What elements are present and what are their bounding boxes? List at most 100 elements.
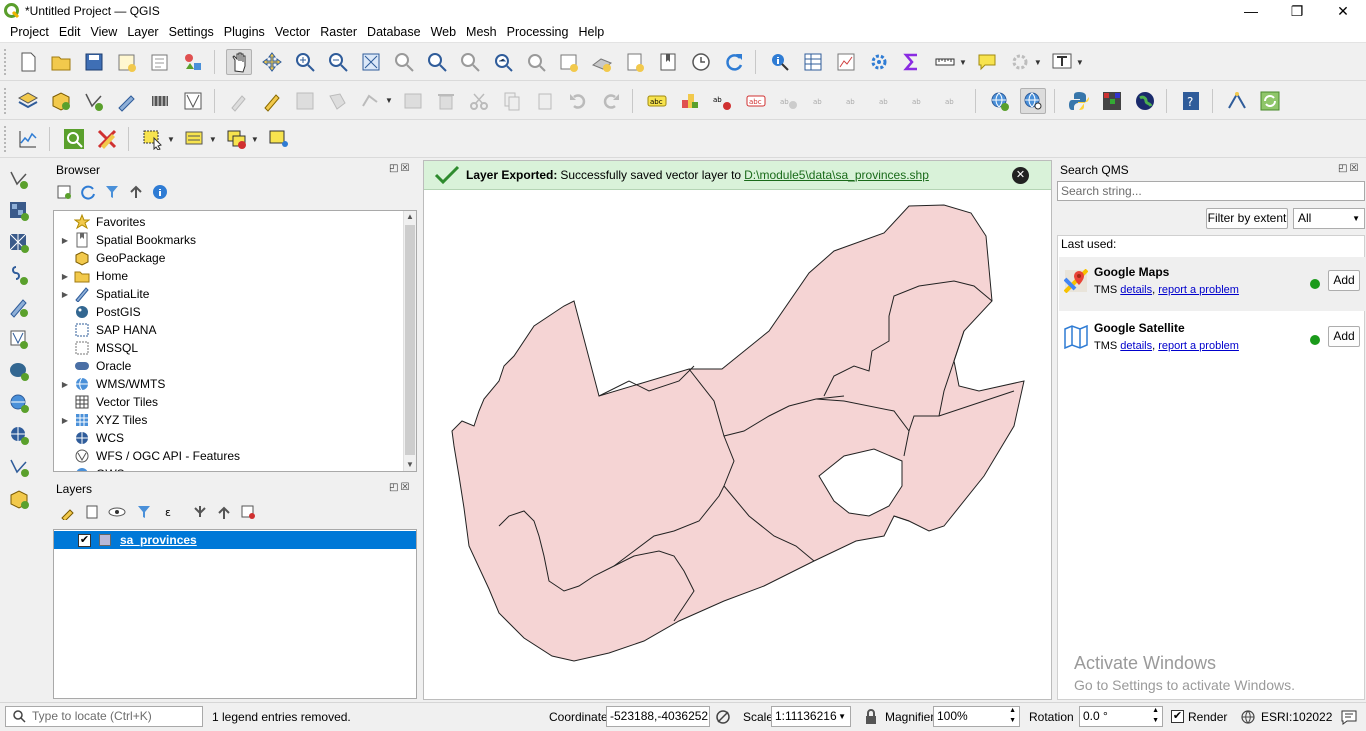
expand-arrow-icon[interactable]: ▶	[58, 272, 72, 281]
browser-tree[interactable]: ▶ OWS WFS / OGC API - Features WCS ▶ XYZ Tile…	[53, 210, 417, 472]
locator-input[interactable]: Type to locate (Ctrl+K)	[5, 706, 203, 727]
unpin-labels-button[interactable]: ab	[941, 88, 967, 114]
qms-search-input[interactable]: Search string...	[1057, 181, 1365, 201]
map-tips-button[interactable]	[974, 49, 1000, 75]
measure-button[interactable]	[932, 49, 958, 75]
service-report-link[interactable]: report a problem	[1158, 340, 1239, 352]
zoom-full-button[interactable]	[358, 49, 384, 75]
python-console-button[interactable]	[1066, 88, 1092, 114]
menu-edit[interactable]: Edit	[59, 25, 81, 39]
map-layer-svg[interactable]	[424, 191, 1051, 700]
add-raster-layer-button[interactable]	[6, 198, 32, 224]
browser-item[interactable]: Oracle	[54, 357, 131, 375]
digitizing-tool-button[interactable]	[94, 126, 120, 152]
collapse-all-icon[interactable]	[128, 184, 144, 200]
layers-dock-buttons[interactable]: ◰☒	[389, 482, 411, 493]
zoom-in-button[interactable]	[292, 49, 318, 75]
raster-tool-button[interactable]	[1099, 88, 1125, 114]
menu-project[interactable]: Project	[10, 25, 49, 39]
redo-button[interactable]	[598, 88, 624, 114]
add-vector-layer-left-button[interactable]	[6, 166, 32, 192]
menu-mesh[interactable]: Mesh	[466, 25, 497, 39]
toolbox-button[interactable]	[866, 49, 892, 75]
zoom-out-button[interactable]	[325, 49, 351, 75]
service-details-link[interactable]: details	[1120, 284, 1152, 296]
filter-icon[interactable]	[104, 184, 120, 200]
rotation-spinner-icon[interactable]: ▲ ▼	[1152, 706, 1159, 726]
crs-globe-icon[interactable]	[1240, 709, 1256, 725]
expand-arrow-icon[interactable]: ▶	[58, 236, 72, 245]
save-edits-button[interactable]	[292, 88, 318, 114]
add-spatialite-layer-button[interactable]	[6, 326, 32, 352]
select-by-location-button[interactable]	[266, 126, 292, 152]
scroll-thumb[interactable]	[405, 225, 415, 455]
messages-icon[interactable]	[1340, 708, 1358, 726]
expression-filter-icon[interactable]: ε	[164, 504, 184, 520]
new-shapefile-layer-button[interactable]	[81, 88, 107, 114]
qms-dock-buttons[interactable]: ◰☒	[1338, 163, 1360, 174]
current-edits-button[interactable]	[226, 88, 252, 114]
select-dropdown-icon[interactable]: ▼	[167, 135, 175, 144]
settings-dropdown-icon[interactable]: ▼	[1034, 58, 1042, 67]
close-button[interactable]: ✕	[1320, 0, 1366, 22]
menu-database[interactable]: Database	[367, 25, 421, 39]
expand-arrow-icon[interactable]: ▶	[58, 380, 72, 389]
browser-item[interactable]: Favorites	[54, 213, 145, 231]
georeferencer-button[interactable]	[1224, 88, 1250, 114]
delete-selected-button[interactable]	[433, 88, 459, 114]
menu-raster[interactable]: Raster	[320, 25, 357, 39]
scroll-up-arrow-icon[interactable]: ▲	[404, 211, 416, 223]
new-project-button[interactable]	[15, 49, 41, 75]
filter-select[interactable]: All ▼	[1293, 208, 1365, 229]
earth-view-button[interactable]	[1132, 88, 1158, 114]
style-manager-button[interactable]	[180, 49, 206, 75]
add-vector-layer-button[interactable]	[180, 88, 206, 114]
browser-item[interactable]: MSSQL	[54, 339, 138, 357]
open-project-button[interactable]	[48, 49, 74, 75]
remove-layer-icon[interactable]	[240, 504, 256, 520]
highlight-labels-button[interactable]: abc	[743, 88, 769, 114]
annotation-dropdown-icon[interactable]: ▼	[1076, 58, 1084, 67]
expand-arrow-icon[interactable]: ▶	[58, 290, 72, 299]
crs-label[interactable]: ESRI:102022	[1261, 710, 1332, 724]
new-map-view-button[interactable]	[556, 49, 582, 75]
browser-item[interactable]: WFS / OGC API - Features	[54, 447, 240, 465]
add-wcs-layer-button[interactable]	[6, 422, 32, 448]
magnifier-field[interactable]: 100% ▲ ▼	[933, 706, 1020, 727]
zoom-last-button[interactable]	[490, 49, 516, 75]
layer-visibility-checkbox[interactable]: ✔	[78, 533, 91, 547]
show-bookmarks-button[interactable]	[655, 49, 681, 75]
settings-tool-button[interactable]	[1007, 49, 1033, 75]
filter-legend-icon[interactable]	[136, 504, 156, 520]
collapse-layers-icon[interactable]	[216, 504, 232, 520]
label-properties-button[interactable]: ab	[908, 88, 934, 114]
message-file-link[interactable]: D:\module5\data\sa_provinces.shp	[744, 168, 929, 182]
menu-processing[interactable]: Processing	[507, 25, 569, 39]
cut-features-button[interactable]	[466, 88, 492, 114]
temporal-controller-button[interactable]	[688, 49, 714, 75]
add-group-icon[interactable]	[84, 504, 100, 520]
locator-button[interactable]	[61, 126, 87, 152]
select-features-button[interactable]	[140, 126, 166, 152]
scale-field[interactable]: 1:11136216 ▼	[771, 706, 851, 727]
save-project-button[interactable]	[81, 49, 107, 75]
zoom-to-layer-button[interactable]	[424, 49, 450, 75]
add-delimited-text-button[interactable]	[6, 262, 32, 288]
add-wms-layer-button[interactable]	[147, 88, 173, 114]
layers-tree[interactable]: ✔ sa_provinces	[53, 529, 417, 699]
coordinate-field[interactable]: -523188,-4036252	[606, 706, 710, 727]
minimize-button[interactable]: —	[1228, 0, 1274, 22]
measure-dropdown-icon[interactable]: ▼	[959, 58, 967, 67]
copy-features-button[interactable]	[499, 88, 525, 114]
render-checkbox[interactable]: ✔	[1171, 710, 1184, 723]
browser-item[interactable]: PostGIS	[54, 303, 141, 321]
toolbar-grip[interactable]	[4, 126, 8, 152]
magnifier-spinner-icon[interactable]: ▲ ▼	[1009, 706, 1016, 726]
layer-row[interactable]: ✔ sa_provinces	[54, 531, 416, 549]
help-button[interactable]: ?	[1178, 88, 1204, 114]
eye-icon[interactable]	[108, 504, 128, 520]
statistical-summary-button[interactable]	[833, 49, 859, 75]
restore-button[interactable]: ❐	[1274, 0, 1320, 22]
new-print-layout-button[interactable]	[114, 49, 140, 75]
browser-item[interactable]: Vector Tiles	[54, 393, 158, 411]
